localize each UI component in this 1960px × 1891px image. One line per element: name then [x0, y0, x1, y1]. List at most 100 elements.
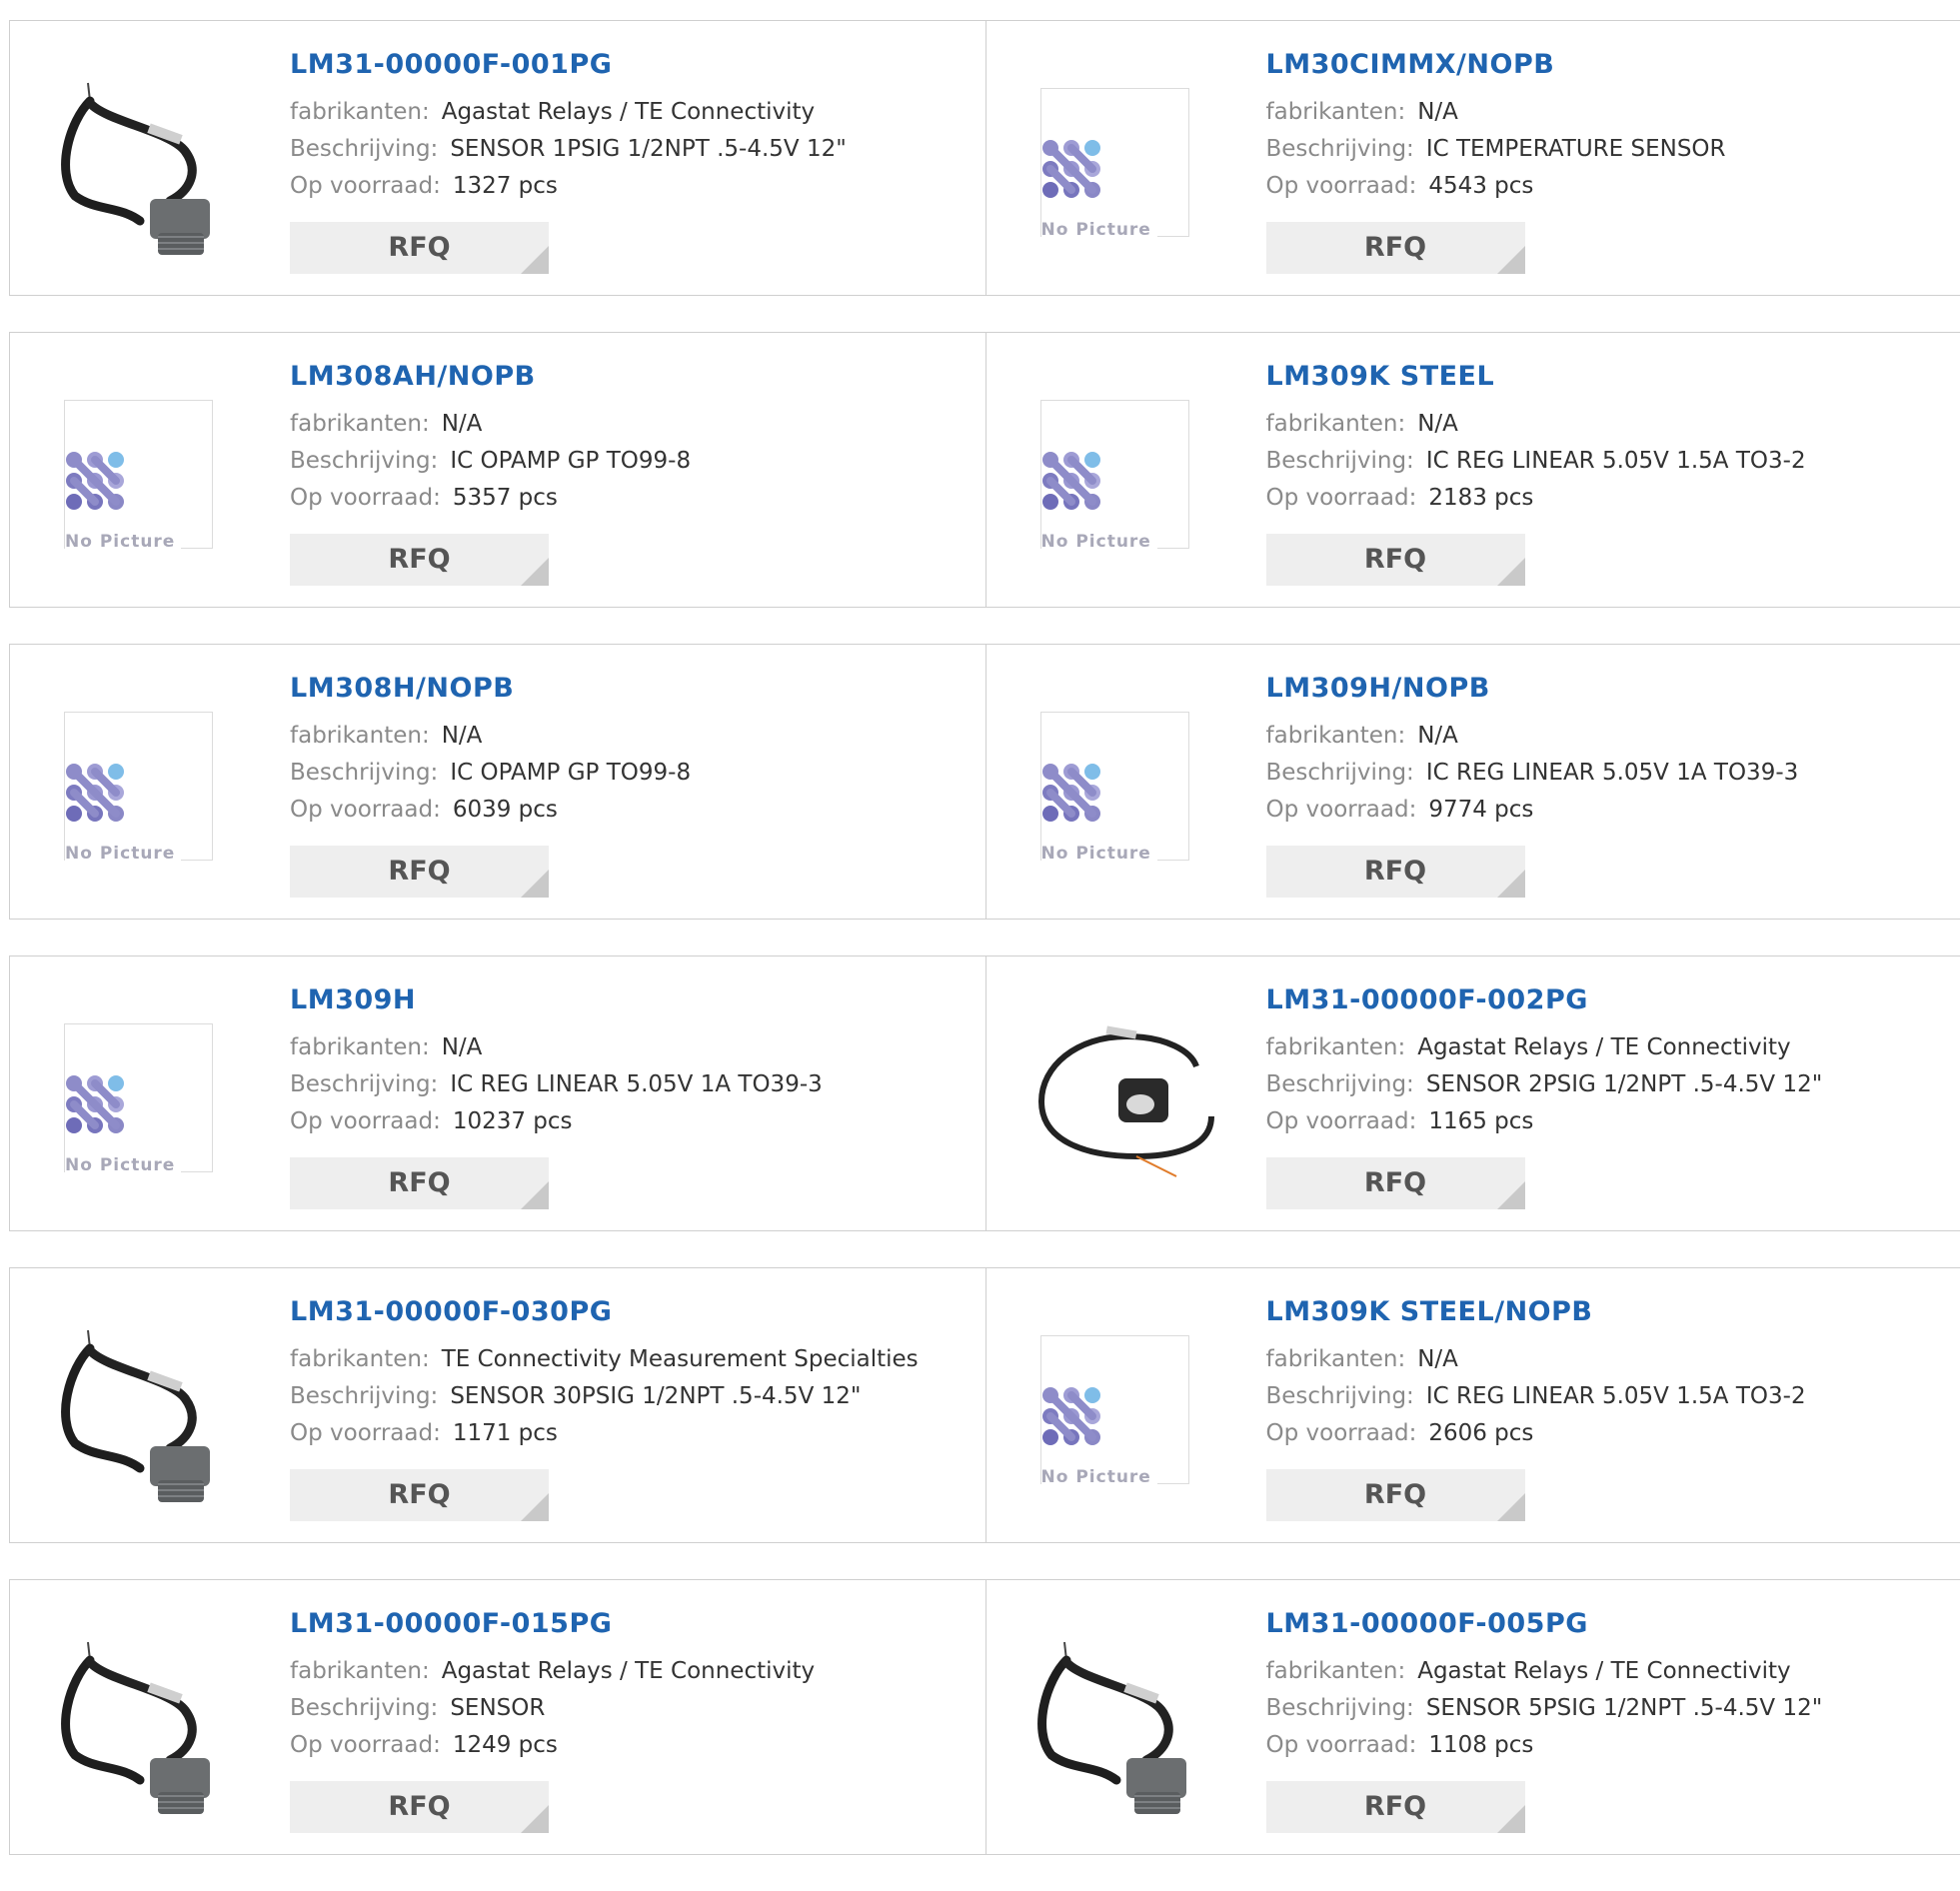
stock-line: Op voorraad:1171 pcs — [290, 1415, 919, 1452]
product-card: No Picture LM309H fabrikanten:N/A Beschr… — [10, 956, 986, 1230]
description-label: Beschrijving: — [1266, 1071, 1414, 1097]
manufacturer-line: fabrikanten: Agastat Relays / TE Connecti… — [1266, 1653, 1823, 1690]
manufacturer-label: fabrikanten: — [1266, 99, 1406, 125]
rfq-button[interactable]: RFQ — [290, 846, 549, 898]
corner-decoration — [521, 558, 549, 586]
stock-label: Op voorraad: — [290, 485, 441, 511]
product-card: LM31-00000F-030PG fabrikanten:TE Connect… — [10, 1268, 986, 1542]
manufacturer-label: fabrikanten: — [1266, 1658, 1406, 1684]
rfq-button[interactable]: RFQ — [1266, 222, 1525, 274]
part-number-link[interactable]: LM309K STEEL/NOPB — [1266, 1296, 1806, 1327]
rfq-button[interactable]: RFQ — [290, 1781, 549, 1833]
corner-decoration — [521, 870, 549, 898]
stock-label: Op voorraad: — [1266, 173, 1417, 199]
rfq-button[interactable]: RFQ — [290, 1469, 549, 1521]
corner-decoration — [1497, 870, 1525, 898]
stock-value: 1327 pcs — [453, 173, 558, 199]
product-info: LM31-00000F-002PG fabrikanten:Agastat Re… — [1266, 984, 1823, 1140]
manufacturer-line: fabrikanten:Agastat Relays / TE Connecti… — [1266, 1029, 1823, 1066]
part-number-link[interactable]: LM31-00000F-002PG — [1266, 984, 1823, 1015]
manufacturer-line: fabrikanten:Agastat Relays / TE Connecti… — [290, 1653, 815, 1690]
stock-line: Op voorraad:1327 pcs — [290, 168, 847, 205]
rfq-button[interactable]: RFQ — [1266, 1157, 1525, 1209]
stock-value: 5357 pcs — [453, 485, 558, 511]
manufacturer-label: fabrikanten: — [1266, 723, 1406, 749]
part-number-link[interactable]: LM308H/NOPB — [290, 673, 691, 704]
rfq-label: RFQ — [388, 544, 450, 575]
product-photo — [1026, 996, 1226, 1196]
rfq-label: RFQ — [1364, 1479, 1426, 1510]
product-info: LM31-00000F-001PG fabrikanten:Agastat Re… — [290, 49, 847, 205]
product-row: LM31-00000F-015PG fabrikanten: Agastat Re… — [9, 1579, 1960, 1855]
rfq-button[interactable]: RFQ — [290, 222, 549, 274]
product-info: LM30CIMMX/NOPB fabrikanten:N/A Beschrijv… — [1266, 49, 1726, 205]
stock-line: Op voorraad: 5357 pcs — [290, 480, 691, 517]
part-number-link[interactable]: LM31-00000F-001PG — [290, 49, 847, 80]
no-picture-logo-icon — [65, 763, 135, 833]
description-value: IC REG LINEAR 5.05V 1.5A TO3-2 — [1426, 448, 1806, 474]
stock-value: 2183 pcs — [1428, 485, 1533, 511]
description-line: Beschrijving:IC REG LINEAR 5.05V 1.5A TO… — [1266, 443, 1806, 480]
manufacturer-line: fabrikanten:Agastat Relays / TE Connecti… — [290, 94, 847, 131]
description-value: IC REG LINEAR 5.05V 1A TO39-3 — [1426, 760, 1798, 786]
part-number-link[interactable]: LM31-00000F-005PG — [1266, 1608, 1823, 1639]
manufacturer-line: fabrikanten:N/A — [290, 406, 691, 443]
manufacturer-line: fabrikanten:N/A — [290, 718, 691, 755]
stock-label: Op voorraad: — [290, 1420, 441, 1446]
description-line: Beschrijving:IC REG LINEAR 5.05V 1.5A TO… — [1266, 1378, 1806, 1415]
product-info: LM309K STEEL/NOPB fabrikanten:N/A Beschr… — [1266, 1296, 1806, 1452]
stock-value: 6039 pcs — [453, 797, 558, 823]
manufacturer-line: fabrikanten:N/A — [1266, 406, 1806, 443]
rfq-label: RFQ — [388, 1167, 450, 1198]
product-info: LM31-00000F-030PG fabrikanten:TE Connect… — [290, 1296, 919, 1452]
manufacturer-label: fabrikanten: — [290, 1034, 430, 1060]
rfq-button[interactable]: RFQ — [290, 534, 549, 586]
stock-value: 1249 pcs — [453, 1732, 558, 1758]
product-card: No Picture LM309K STEEL/NOPB fabrikanten… — [986, 1268, 1960, 1542]
stock-line: Op voorraad:9774 pcs — [1266, 792, 1799, 829]
rfq-button[interactable]: RFQ — [1266, 534, 1525, 586]
no-picture-logo-icon — [65, 451, 135, 521]
description-line: Beschrijving:IC TEMPERATURE SENSOR — [1266, 131, 1726, 168]
stock-line: Op voorraad:10237 pcs — [290, 1103, 823, 1140]
part-number-link[interactable]: LM308AH/NOPB — [290, 361, 691, 392]
corner-decoration — [521, 1181, 549, 1209]
stock-label: Op voorraad: — [290, 797, 441, 823]
product-info: LM309H/NOPB fabrikanten:N/A Beschrijving… — [1266, 673, 1799, 829]
product-card: LM31-00000F-005PG fabrikanten: Agastat Re… — [986, 1580, 1960, 1854]
product-row: LM31-00000F-001PG fabrikanten:Agastat Re… — [9, 20, 1960, 296]
description-value: IC OPAMP GP TO99-8 — [450, 448, 691, 474]
rfq-button[interactable]: RFQ — [1266, 846, 1525, 898]
manufacturer-label: fabrikanten: — [1266, 1346, 1406, 1372]
part-number-link[interactable]: LM309H/NOPB — [1266, 673, 1799, 704]
product-card: No Picture LM308H/NOPB fabrikanten:N/A B… — [10, 645, 986, 919]
stock-value: 10237 pcs — [453, 1108, 573, 1134]
no-picture-placeholder: No Picture — [1040, 1335, 1189, 1484]
corner-decoration — [1497, 1181, 1525, 1209]
manufacturer-value: Agastat Relays / TE Connectivity — [1417, 1658, 1790, 1684]
no-picture-placeholder: No Picture — [64, 712, 213, 861]
part-number-link[interactable]: LM309K STEEL — [1266, 361, 1806, 392]
part-number-link[interactable]: LM31-00000F-030PG — [290, 1296, 919, 1327]
description-value: SENSOR — [450, 1695, 545, 1721]
part-number-link[interactable]: LM309H — [290, 984, 823, 1015]
product-card: No Picture LM30CIMMX/NOPB fabrikanten:N/… — [986, 21, 1960, 295]
rfq-button[interactable]: RFQ — [1266, 1781, 1525, 1833]
stock-label: Op voorraad: — [1266, 1420, 1417, 1446]
description-line: Beschrijving:IC REG LINEAR 5.05V 1A TO39… — [1266, 755, 1799, 792]
rfq-button[interactable]: RFQ — [290, 1157, 549, 1209]
part-number-link[interactable]: LM30CIMMX/NOPB — [1266, 49, 1726, 80]
manufacturer-label: fabrikanten: — [290, 1658, 430, 1684]
corner-decoration — [1497, 246, 1525, 274]
rfq-label: RFQ — [1364, 232, 1426, 263]
description-label: Beschrijving: — [290, 1071, 438, 1097]
description-line: Beschrijving: IC OPAMP GP TO99-8 — [290, 443, 691, 480]
no-picture-label: No Picture — [1041, 220, 1157, 240]
part-number-link[interactable]: LM31-00000F-015PG — [290, 1608, 815, 1639]
product-info: LM31-00000F-005PG fabrikanten: Agastat Re… — [1266, 1608, 1823, 1764]
description-label: Beschrijving: — [290, 448, 438, 474]
rfq-button[interactable]: RFQ — [1266, 1469, 1525, 1521]
no-picture-label: No Picture — [65, 844, 181, 864]
product-grid: LM31-00000F-001PG fabrikanten: Agastat Re… — [9, 20, 1960, 1891]
description-value: SENSOR 30PSIG 1/2NPT .5-4.5V 12" — [450, 1383, 861, 1409]
